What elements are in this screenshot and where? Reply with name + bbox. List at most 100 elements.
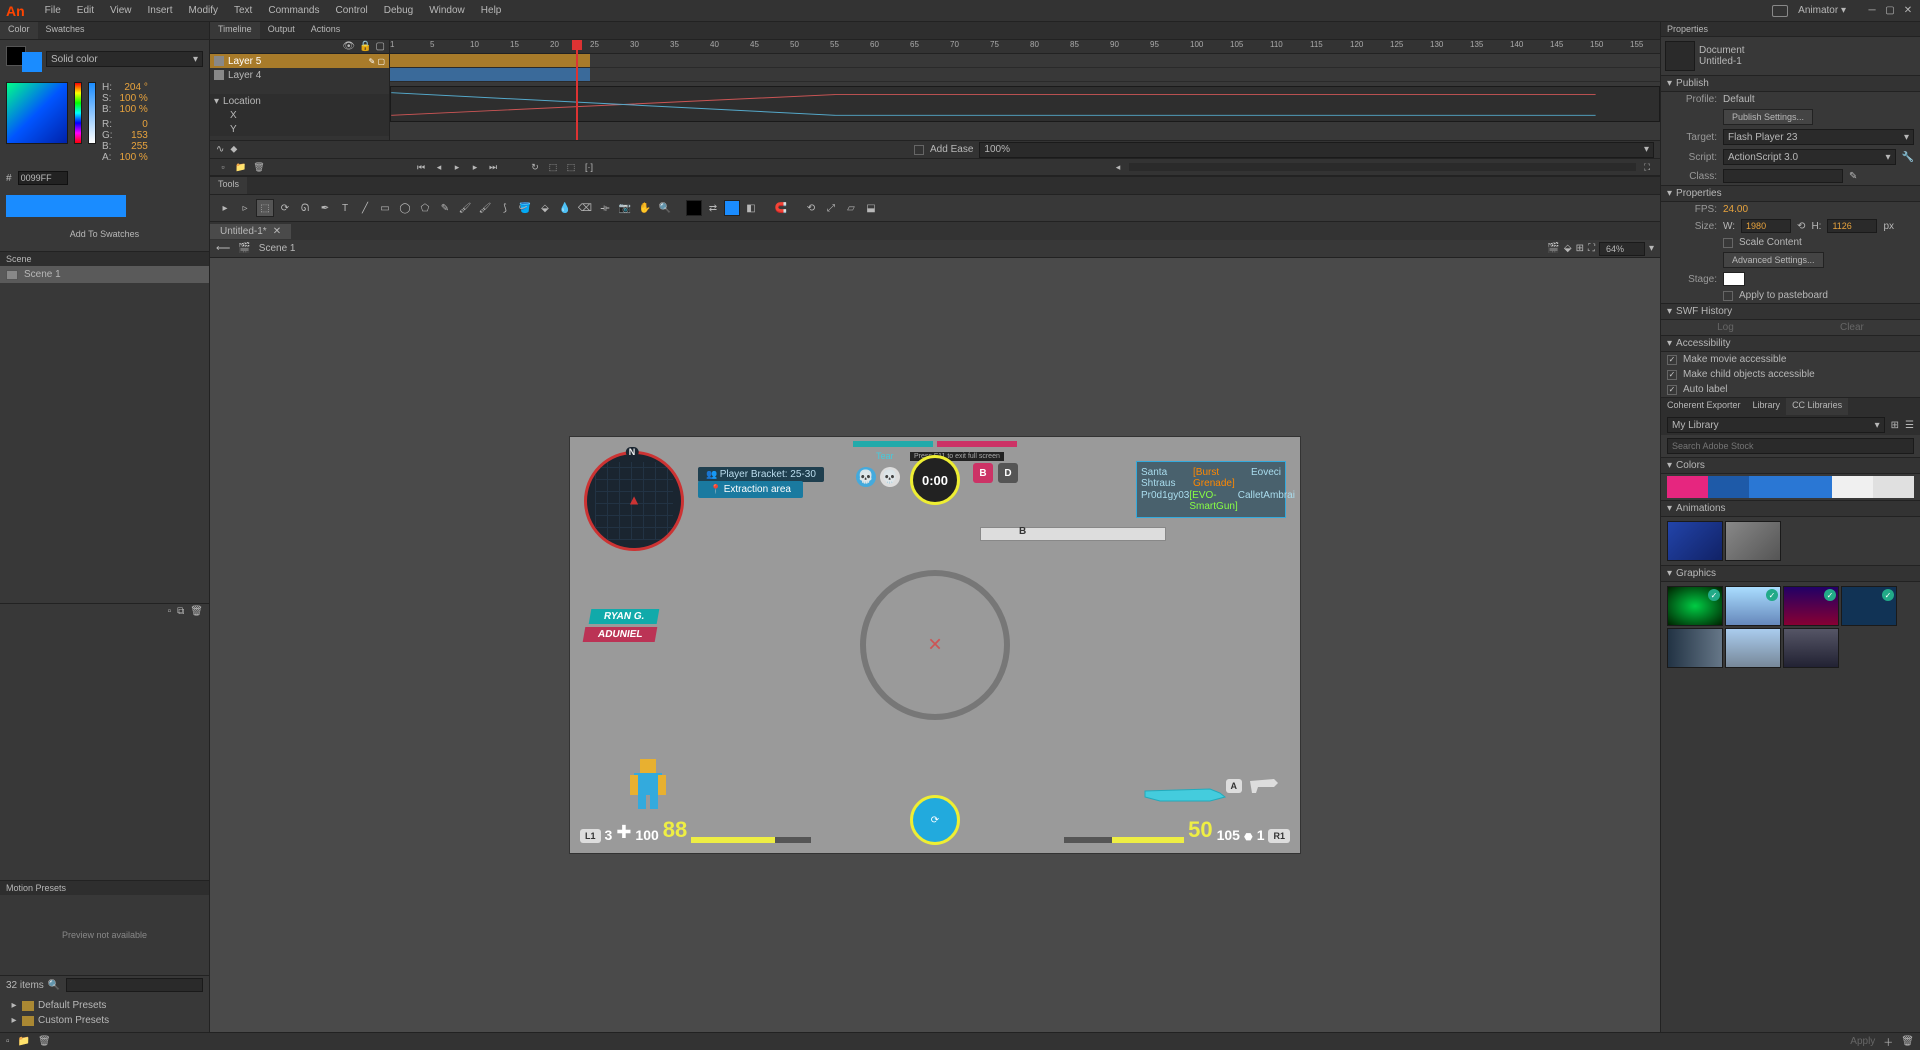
ease-percent[interactable]: 100%▾: [979, 142, 1654, 158]
graph-curve-icon[interactable]: ∿: [216, 144, 224, 155]
lib-colors-section[interactable]: ▾Colors: [1661, 457, 1920, 474]
width-tool[interactable]: ⟛: [596, 199, 614, 217]
rectangle-tool[interactable]: ▭: [376, 199, 394, 217]
eyedropper-tool[interactable]: 💧: [556, 199, 574, 217]
loop-icon[interactable]: ↻: [528, 160, 542, 174]
maximize-icon[interactable]: ▢: [1884, 5, 1896, 17]
height-input[interactable]: [1827, 219, 1877, 233]
document-tab[interactable]: Untitled-1* ✕: [210, 224, 291, 239]
preset-folder-custom[interactable]: ▸Custom Presets: [0, 1013, 209, 1028]
properties-section[interactable]: ▾Properties: [1661, 185, 1920, 202]
menu-commands[interactable]: Commands: [260, 5, 327, 16]
scale-content-check[interactable]: [1723, 238, 1733, 248]
animation-graph[interactable]: [390, 86, 1660, 122]
stroke-fill-control[interactable]: [6, 46, 42, 72]
minimize-icon[interactable]: ─: [1866, 5, 1878, 17]
layer-row[interactable]: Layer 5 ✎ ▢: [210, 54, 389, 68]
x-property[interactable]: X: [210, 108, 389, 122]
target-dropdown[interactable]: Flash Player 23▾: [1723, 129, 1914, 145]
fit-icon[interactable]: ⛶: [1588, 243, 1595, 254]
publish-settings-button[interactable]: Publish Settings...: [1723, 109, 1813, 125]
lib-color-swatch[interactable]: [1749, 476, 1790, 498]
paint-bucket-tool[interactable]: 🪣: [516, 199, 534, 217]
menu-view[interactable]: View: [102, 5, 140, 16]
swf-clear-button[interactable]: Clear: [1840, 322, 1864, 333]
lib-graphic-thumb[interactable]: ✓: [1783, 586, 1839, 626]
link-wh-icon[interactable]: ⟲: [1797, 221, 1805, 232]
swf-log-button[interactable]: Log: [1717, 322, 1734, 333]
acc-child-check[interactable]: [1667, 370, 1677, 380]
visibility-header-icon[interactable]: 👁: [342, 41, 355, 52]
menu-edit[interactable]: Edit: [69, 5, 102, 16]
new-layer-icon[interactable]: ▫: [216, 160, 230, 174]
lib-color-swatch[interactable]: [1873, 476, 1914, 498]
width-input[interactable]: [1741, 219, 1791, 233]
fill-color[interactable]: [724, 200, 740, 216]
play-icon[interactable]: ▸: [450, 160, 464, 174]
zoom-dropdown-icon[interactable]: ▾: [1649, 243, 1654, 254]
hand-tool[interactable]: ✋: [636, 199, 654, 217]
option-scale-icon[interactable]: ⤢: [822, 199, 840, 217]
edit-class-icon[interactable]: ✎: [1849, 171, 1857, 182]
lib-graphic-thumb[interactable]: ✓: [1667, 586, 1723, 626]
acc-autolabel-check[interactable]: [1667, 385, 1677, 395]
script-settings-icon[interactable]: 🔧: [1902, 152, 1914, 163]
lib-graphic-thumb[interactable]: ✓: [1725, 586, 1781, 626]
onion-outline-icon[interactable]: ⬚: [564, 160, 578, 174]
edit-onion-icon[interactable]: [·]: [582, 160, 596, 174]
lib-grid-icon[interactable]: ⊞: [1891, 420, 1899, 431]
step-fwd-icon[interactable]: ▸: [468, 160, 482, 174]
lib-color-swatch[interactable]: [1791, 476, 1832, 498]
pencil-tool[interactable]: ✎: [436, 199, 454, 217]
pen-tool[interactable]: ✒: [316, 199, 334, 217]
lib-anim-thumb[interactable]: [1725, 521, 1781, 561]
fps-value[interactable]: 24.00: [1723, 204, 1748, 215]
camera-tool[interactable]: 📷: [616, 199, 634, 217]
layer-row[interactable]: Layer 4: [210, 68, 389, 82]
snap-icon[interactable]: 🧲: [772, 199, 790, 217]
zoom-level[interactable]: 64%: [1599, 242, 1645, 256]
library-selector[interactable]: My Library▾: [1667, 417, 1885, 433]
line-tool[interactable]: ╱: [356, 199, 374, 217]
add-icon[interactable]: ＋: [1883, 1034, 1893, 1049]
tab-actions[interactable]: Actions: [303, 22, 349, 39]
option-rotate-icon[interactable]: ⟲: [802, 199, 820, 217]
menu-control[interactable]: Control: [327, 5, 375, 16]
clip-content-icon[interactable]: ⊞: [1576, 243, 1584, 254]
close-tab-icon[interactable]: ✕: [273, 226, 281, 237]
color-type-dropdown[interactable]: Solid color▾: [46, 51, 203, 67]
lib-graphic-thumb[interactable]: [1783, 628, 1839, 668]
lib-graphic-thumb[interactable]: ✓: [1841, 586, 1897, 626]
oval-tool[interactable]: ◯: [396, 199, 414, 217]
menu-file[interactable]: File: [37, 5, 69, 16]
paint-brush-tool[interactable]: 🖌: [476, 199, 494, 217]
library-search[interactable]: [1667, 438, 1914, 454]
sync-icon[interactable]: [1772, 5, 1788, 17]
lib-animations-section[interactable]: ▾Animations: [1661, 500, 1920, 517]
trash-icon[interactable]: 🗑: [38, 1036, 51, 1047]
tab-color[interactable]: Color: [0, 22, 38, 39]
onion-skin-icon[interactable]: ⬚: [546, 160, 560, 174]
menu-insert[interactable]: Insert: [140, 5, 181, 16]
eraser-tool[interactable]: ⌫: [576, 199, 594, 217]
graph-keyframe-icon[interactable]: ⬥: [230, 144, 237, 155]
tab-swatches[interactable]: Swatches: [38, 22, 93, 39]
bone-tool[interactable]: ⟆: [496, 199, 514, 217]
scene-selector-icon[interactable]: 🎬: [238, 243, 250, 254]
apply-button[interactable]: Apply: [1850, 1036, 1875, 1047]
timeline-scroll-left-icon[interactable]: ◂: [1111, 160, 1125, 174]
lib-color-swatch[interactable]: [1832, 476, 1873, 498]
timeline-scrollbar[interactable]: [1129, 163, 1636, 171]
tab-output[interactable]: Output: [260, 22, 303, 39]
tab-tools[interactable]: Tools: [210, 177, 247, 194]
folder-icon[interactable]: 📁: [18, 1036, 30, 1047]
accessibility-section[interactable]: ▾Accessibility: [1661, 335, 1920, 352]
outline-header-icon[interactable]: ▢: [376, 41, 385, 52]
3d-rotation-tool[interactable]: ⟳: [276, 199, 294, 217]
timeline-zoom-icon[interactable]: ⛶: [1640, 160, 1654, 174]
delete-scene-icon[interactable]: 🗑: [190, 606, 203, 617]
new-folder-icon[interactable]: 📁: [234, 160, 248, 174]
menu-help[interactable]: Help: [473, 5, 510, 16]
breadcrumb[interactable]: Scene 1: [259, 243, 296, 254]
playhead[interactable]: [576, 40, 578, 140]
